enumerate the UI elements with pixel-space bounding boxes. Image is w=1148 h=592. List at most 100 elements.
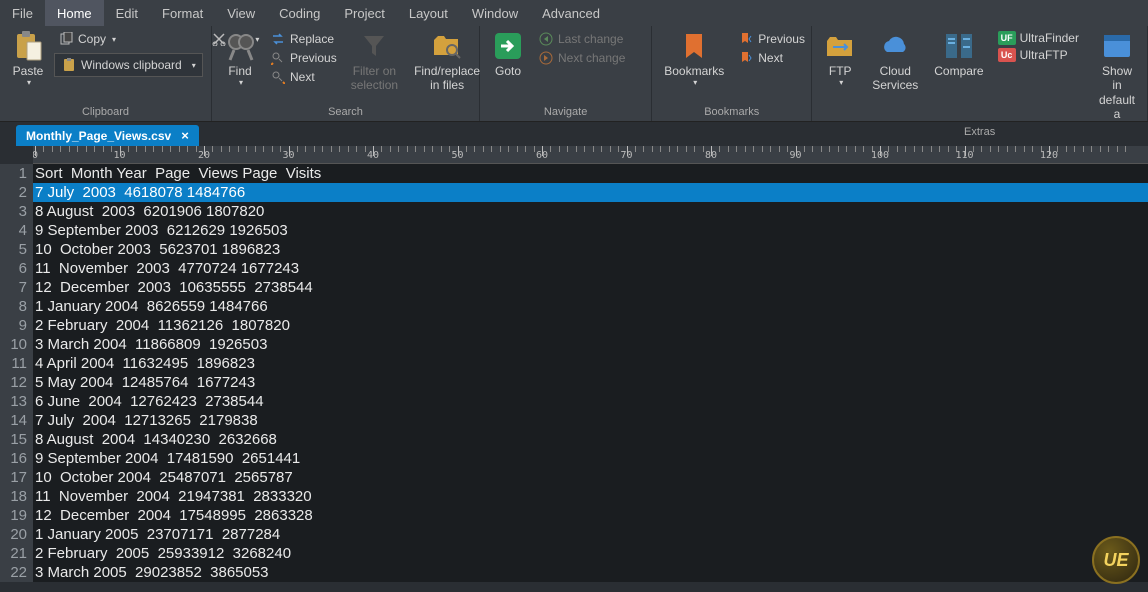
code-line[interactable]: 3 March 2004 11866809 1926503	[33, 335, 1148, 354]
line-number: 12	[4, 373, 27, 392]
menubar: FileHomeEditFormatViewCodingProjectLayou…	[0, 0, 1148, 26]
cloud-services-button[interactable]: Cloud Services	[866, 28, 924, 95]
filter-button[interactable]: Filter on selection	[345, 28, 404, 95]
show-in-default-button[interactable]: Show in default a	[1093, 28, 1141, 124]
line-number: 9	[4, 316, 27, 335]
next-icon	[270, 69, 286, 85]
line-number: 18	[4, 487, 27, 506]
logo-badge: UE	[1092, 536, 1140, 584]
line-number: 3	[4, 202, 27, 221]
arrow-left-circle-icon	[538, 31, 554, 47]
code-line[interactable]: 1 January 2005 23707171 2877284	[33, 525, 1148, 544]
ribbon-group-extras: FTP ▾ Cloud Services Compare UFUltraFind…	[812, 26, 1148, 121]
code-line[interactable]: 12 December 2003 10635555 2738544	[33, 278, 1148, 297]
menu-project[interactable]: Project	[332, 0, 396, 26]
ribbon-group-search: Find ▾ Replace Previous Next Filter on s…	[212, 26, 480, 121]
code-line[interactable]: 9 September 2003 6212629 1926503	[33, 221, 1148, 240]
menu-view[interactable]: View	[215, 0, 267, 26]
code-line[interactable]: 3 March 2005 29023852 3865053	[33, 563, 1148, 582]
code-line[interactable]: 10 October 2003 5623701 1896823	[33, 240, 1148, 259]
code-line[interactable]: 8 August 2003 6201906 1807820	[33, 202, 1148, 221]
line-number: 8	[4, 297, 27, 316]
code-line[interactable]: 2 February 2005 25933912 3268240	[33, 544, 1148, 563]
code-line[interactable]: 8 August 2004 14340230 2632668	[33, 430, 1148, 449]
windows-clipboard-button[interactable]: Windows clipboard ▾	[54, 53, 203, 77]
ultrafinder-icon: UF	[998, 31, 1016, 45]
ruler: 0102030405060708090100110120	[33, 146, 1148, 164]
code-line[interactable]: Sort Month Year Page Views Page Visits	[33, 164, 1148, 183]
next-button[interactable]: Next	[266, 68, 341, 86]
chevron-down-icon: ▾	[27, 78, 31, 88]
file-tab-label: Monthly_Page_Views.csv	[26, 129, 171, 143]
line-number: 5	[4, 240, 27, 259]
arrow-right-circle-icon	[538, 50, 554, 66]
compare-button[interactable]: Compare	[928, 28, 989, 80]
code-line[interactable]: 11 November 2003 4770724 1677243	[33, 259, 1148, 278]
code-line[interactable]: 7 July 2004 12713265 2179838	[33, 411, 1148, 430]
bookmarks-button[interactable]: Bookmarks ▾	[658, 28, 730, 90]
line-number: 14	[4, 411, 27, 430]
code-line[interactable]: 10 October 2004 25487071 2565787	[33, 468, 1148, 487]
next-change-button[interactable]: Next change	[534, 49, 629, 67]
menu-window[interactable]: Window	[460, 0, 530, 26]
code-area[interactable]: Sort Month Year Page Views Page Visits7 …	[33, 164, 1148, 582]
code-line[interactable]: 2 February 2004 11362126 1807820	[33, 316, 1148, 335]
code-line[interactable]: 9 September 2004 17481590 2651441	[33, 449, 1148, 468]
bm-next-button[interactable]: Next	[734, 49, 809, 67]
goto-button[interactable]: Goto	[486, 28, 530, 80]
menu-home[interactable]: Home	[45, 0, 104, 26]
group-label-navigate: Navigate	[486, 104, 645, 121]
clipboard-icon	[61, 57, 77, 73]
code-line[interactable]: 12 December 2004 17548995 2863328	[33, 506, 1148, 525]
code-line[interactable]: 1 January 2004 8626559 1484766	[33, 297, 1148, 316]
bookmark-next-icon	[738, 50, 754, 66]
find-replace-files-button[interactable]: Find/replace in files	[408, 28, 486, 95]
menu-layout[interactable]: Layout	[397, 0, 460, 26]
line-number: 13	[4, 392, 27, 411]
copy-button[interactable]: Copy▾	[54, 30, 203, 48]
menu-format[interactable]: Format	[150, 0, 215, 26]
file-tab[interactable]: Monthly_Page_Views.csv ×	[16, 125, 199, 146]
menu-edit[interactable]: Edit	[104, 0, 150, 26]
menu-advanced[interactable]: Advanced	[530, 0, 612, 26]
replace-button[interactable]: Replace	[266, 30, 341, 48]
line-number: 17	[4, 468, 27, 487]
ultrafinder-button[interactable]: UFUltraFinder	[994, 30, 1083, 46]
close-icon[interactable]: ×	[181, 128, 189, 143]
line-number: 20	[4, 525, 27, 544]
ftp-button[interactable]: FTP ▾	[818, 28, 862, 90]
line-number: 11	[4, 354, 27, 373]
previous-button[interactable]: Previous	[266, 49, 341, 67]
replace-icon	[270, 31, 286, 47]
compare-icon	[943, 30, 975, 62]
line-number: 7	[4, 278, 27, 297]
code-line[interactable]: 6 June 2004 12762423 2738544	[33, 392, 1148, 411]
ribbon-group-bookmarks: Bookmarks ▾ Previous Next Bookmarks	[652, 26, 812, 121]
code-line[interactable]: 7 July 2003 4618078 1484766	[33, 183, 1148, 202]
editor[interactable]: 12345678910111213141516171819202122 Sort…	[0, 164, 1148, 582]
code-line[interactable]: 11 November 2004 21947381 2833320	[33, 487, 1148, 506]
line-number: 22	[4, 563, 27, 582]
cloud-icon	[879, 30, 911, 62]
line-number: 6	[4, 259, 27, 278]
group-label-search: Search	[218, 104, 473, 121]
bm-previous-button[interactable]: Previous	[734, 30, 809, 48]
code-line[interactable]: 5 May 2004 12485764 1677243	[33, 373, 1148, 392]
line-number: 15	[4, 430, 27, 449]
copy-icon	[58, 31, 74, 47]
find-icon	[224, 30, 256, 62]
last-change-button[interactable]: Last change	[534, 30, 629, 48]
ultraftp-button[interactable]: UcUltraFTP	[994, 47, 1083, 63]
menu-coding[interactable]: Coding	[267, 0, 332, 26]
menu-file[interactable]: File	[0, 0, 45, 26]
paste-label: Paste	[13, 64, 44, 78]
line-number: 1	[4, 164, 27, 183]
code-line[interactable]: 4 April 2004 11632495 1896823	[33, 354, 1148, 373]
line-number: 10	[4, 335, 27, 354]
bookmark-icon	[678, 30, 710, 62]
paste-button[interactable]: Paste ▾	[6, 28, 50, 90]
ribbon-group-clipboard: Paste ▾ Copy▾ Windows clipboard ▾ Cut▾	[0, 26, 212, 121]
group-label-clipboard: Clipboard	[6, 104, 205, 121]
filter-icon	[358, 30, 390, 62]
find-button[interactable]: Find ▾	[218, 28, 262, 90]
